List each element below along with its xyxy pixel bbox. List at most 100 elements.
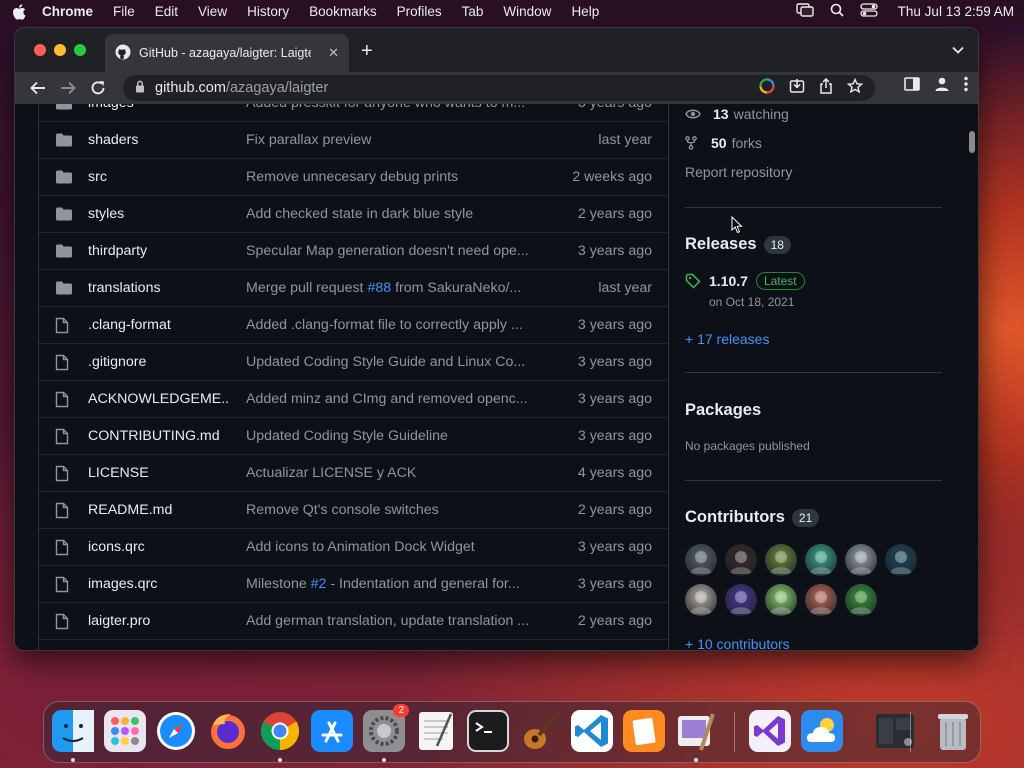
commit-message-link[interactable]: Remove unnecesary debug prints	[246, 169, 538, 185]
commit-message-link[interactable]: Actualizar LICENSE y ACK	[246, 465, 538, 481]
contributor-avatar[interactable]	[845, 544, 877, 576]
guitar-icon[interactable]	[519, 710, 561, 752]
file-name-link[interactable]: icons.qrc	[88, 539, 228, 555]
file-row[interactable]: images Added presskit for anyone who want…	[39, 104, 668, 121]
finder-icon[interactable]	[52, 710, 94, 752]
menubar-clock[interactable]: Thu Jul 13 2:59 AM	[898, 4, 1014, 19]
commit-message-link[interactable]: Added minz and CImg and removed openc...	[246, 391, 538, 407]
file-name-link[interactable]: images.qrc	[88, 576, 228, 592]
spotlight-search-icon[interactable]	[830, 3, 844, 20]
more-contributors-link[interactable]: + 10 contributors	[685, 636, 790, 650]
contributor-avatar[interactable]	[685, 544, 717, 576]
commit-message-link[interactable]: Updated Coding Style Guide and Linux Co.…	[246, 354, 538, 370]
forward-button[interactable]	[53, 74, 83, 102]
menu-history[interactable]: History	[247, 4, 289, 19]
commit-age[interactable]: 3 years ago	[578, 354, 652, 370]
file-name-link[interactable]: .gitignore	[88, 354, 228, 370]
commit-age[interactable]: 2 years ago	[578, 502, 652, 518]
contributor-avatar[interactable]	[805, 544, 837, 576]
file-row[interactable]: src Remove unnecesary debug prints 2 weeks…	[39, 158, 668, 195]
commit-message-link[interactable]: Add icons to Animation Dock Widget	[246, 539, 538, 555]
watching-link[interactable]: 13 watching	[685, 106, 789, 122]
file-row[interactable]: LICENSE Actualizar LICENSE y ACK 4 years a…	[39, 454, 668, 491]
commit-age[interactable]: 3 years ago	[578, 539, 652, 555]
file-row[interactable]: thirdparty Specular Map generation doesn'…	[39, 232, 668, 269]
terminal-icon[interactable]	[467, 710, 509, 752]
menu-bookmarks[interactable]: Bookmarks	[309, 4, 377, 19]
commit-message-link[interactable]: Add checked state in dark blue style	[246, 206, 538, 222]
contributor-avatar[interactable]	[845, 584, 877, 616]
file-row[interactable]: CONTRIBUTING.md Updated Coding Style Guid…	[39, 417, 668, 454]
file-name-link[interactable]: ACKNOWLEDGEME...	[88, 391, 228, 407]
commit-age[interactable]: 2 weeks ago	[572, 169, 652, 185]
textedit-icon[interactable]	[415, 710, 457, 752]
screen-mirroring-icon[interactable]	[795, 3, 814, 20]
file-name-link[interactable]: thirdparty	[88, 243, 228, 259]
lock-icon[interactable]	[135, 80, 145, 97]
safari-icon[interactable]	[155, 710, 197, 752]
file-row[interactable]: shaders Fix parallax preview last year	[39, 121, 668, 158]
file-name-link[interactable]: laigter.pro	[88, 613, 228, 629]
menu-file[interactable]: File	[113, 4, 135, 19]
file-row[interactable]: ACKNOWLEDGEME... Added minz and CImg and …	[39, 380, 668, 417]
contributor-avatar[interactable]	[765, 544, 797, 576]
issue-link[interactable]: #88	[367, 280, 391, 296]
commit-age[interactable]: 3 years ago	[578, 317, 652, 333]
contributor-avatar[interactable]	[765, 584, 797, 616]
contributor-avatar[interactable]	[685, 584, 717, 616]
weather-icon[interactable]	[801, 710, 843, 752]
menu-tab[interactable]: Tab	[462, 4, 484, 19]
system-settings-icon[interactable]: 2	[363, 704, 409, 752]
commit-message-link[interactable]: Merge pull request #88 from SakuraNeko/.…	[246, 280, 538, 296]
control-center-icon[interactable]	[860, 3, 878, 20]
file-row[interactable]: translations Merge pull request #88 from …	[39, 269, 668, 306]
tab-github-laigter[interactable]: GitHub - azagaya/laigter: Laigter ✕	[105, 34, 349, 72]
commit-message-link[interactable]: Milestone #2 - Indentation and general f…	[246, 576, 538, 592]
menu-window[interactable]: Window	[503, 4, 551, 19]
visual-studio-icon[interactable]	[749, 710, 791, 752]
pages-icon[interactable]	[623, 710, 665, 752]
release-version[interactable]: 1.10.7	[709, 273, 748, 289]
more-releases-link[interactable]: + 17 releases	[685, 331, 769, 347]
page-scrollbar[interactable]	[966, 104, 978, 650]
file-name-link[interactable]: .clang-format	[88, 317, 228, 333]
contributor-avatar[interactable]	[725, 544, 757, 576]
commit-age[interactable]: 3 years ago	[578, 243, 652, 259]
report-repository-link[interactable]: Report repository	[685, 164, 792, 180]
google-lens-icon[interactable]	[759, 78, 775, 98]
profile-icon[interactable]	[934, 76, 950, 97]
install-app-icon[interactable]	[789, 78, 805, 98]
file-name-link[interactable]: README.md	[88, 502, 228, 518]
file-name-link[interactable]: src	[88, 169, 228, 185]
chrome-menu-icon[interactable]	[964, 76, 968, 97]
apple-menu-icon[interactable]	[10, 3, 28, 21]
file-row[interactable]: styles Add checked state in dark blue sty…	[39, 195, 668, 232]
reload-button[interactable]	[83, 74, 113, 102]
commit-message-link[interactable]: Updated Coding Style Guideline	[246, 428, 538, 444]
tab-search-chevron-icon[interactable]	[952, 41, 964, 59]
commit-message-link[interactable]: Specular Map generation doesn't need ope…	[246, 243, 538, 259]
file-row[interactable]: README.md Remove Qt's console switches 2 y…	[39, 491, 668, 528]
commit-message-link[interactable]: Added presskit for anyone who wants to m…	[246, 104, 538, 111]
trash-icon[interactable]	[932, 710, 974, 752]
back-button[interactable]	[23, 74, 53, 102]
share-icon[interactable]	[819, 77, 833, 98]
file-name-link[interactable]: styles	[88, 206, 228, 222]
file-name-link[interactable]: shaders	[88, 132, 228, 148]
file-name-link[interactable]: images	[88, 104, 228, 111]
file-row[interactable]	[39, 639, 668, 650]
firefox-icon[interactable]	[207, 710, 249, 752]
app-store-icon[interactable]	[311, 710, 353, 752]
forks-link[interactable]: 50 forks	[685, 135, 762, 151]
side-panel-icon[interactable]	[904, 77, 920, 96]
menu-help[interactable]: Help	[571, 4, 599, 19]
file-row[interactable]: .gitignore Updated Coding Style Guide and…	[39, 343, 668, 380]
commit-message-link[interactable]: Remove Qt's console switches	[246, 502, 538, 518]
contributor-avatar[interactable]	[885, 544, 917, 576]
chrome-icon[interactable]	[259, 710, 301, 752]
tab-close-icon[interactable]: ✕	[328, 45, 339, 61]
contributor-avatar[interactable]	[805, 584, 837, 616]
launchpad-icon[interactable]	[104, 710, 146, 752]
file-row[interactable]: images.qrc Milestone #2 - Indentation and…	[39, 565, 668, 602]
file-name-link[interactable]: CONTRIBUTING.md	[88, 428, 228, 444]
